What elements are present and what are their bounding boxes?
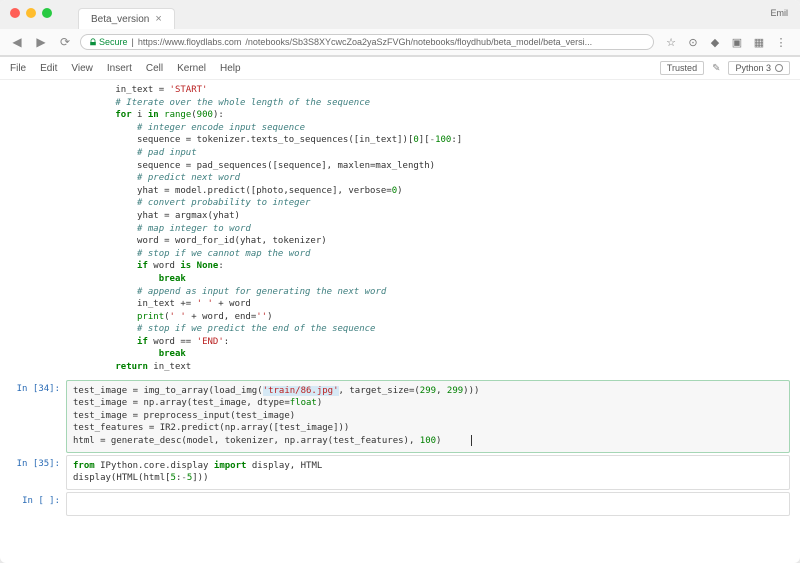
tab-row: Beta_version ×	[70, 8, 800, 29]
url-separator: |	[132, 37, 134, 47]
tab-title: Beta_version	[91, 14, 149, 25]
chrome-header: Beta_version × ◀ ▶ ⟳ Secure | https://ww…	[0, 0, 800, 57]
menu-help[interactable]: Help	[220, 63, 241, 74]
code-cell[interactable]: in_text = 'START' # Iterate over the who…	[10, 84, 790, 378]
browser-window: Emil Beta_version × ◀ ▶ ⟳ Secure | https…	[0, 0, 800, 563]
lock-icon	[89, 38, 97, 46]
minimize-window-button[interactable]	[26, 8, 36, 18]
menu-kernel[interactable]: Kernel	[177, 63, 206, 74]
extension-icon-2[interactable]: ▣	[730, 35, 744, 49]
maximize-window-button[interactable]	[42, 8, 52, 18]
cell-prompt: In [35]:	[10, 455, 66, 490]
star-icon[interactable]: ☆	[664, 35, 678, 49]
extension-icon[interactable]: ◆	[708, 35, 722, 49]
url-host: https://www.floydlabs.com	[138, 37, 242, 47]
code-cell-selected[interactable]: In [34]: test_image = img_to_array(load_…	[10, 380, 790, 453]
browser-tab[interactable]: Beta_version ×	[78, 8, 175, 29]
cell-prompt: In [ ]:	[10, 492, 66, 516]
code-content: in_text = 'START' # Iterate over the who…	[72, 84, 784, 374]
notebook-area[interactable]: in_text = 'START' # Iterate over the who…	[0, 80, 800, 551]
secure-label: Secure	[99, 37, 128, 47]
cell-prompt	[10, 84, 66, 378]
cell-body[interactable]: in_text = 'START' # Iterate over the who…	[66, 84, 790, 378]
code-cell-empty[interactable]: In [ ]:	[10, 492, 790, 516]
code-content: from IPython.core.display import display…	[73, 460, 783, 485]
code-content: test_image = img_to_array(load_img('trai…	[73, 385, 783, 448]
menu-insert[interactable]: Insert	[107, 63, 132, 74]
jupyter-menu-bar: File Edit View Insert Cell Kernel Help T…	[0, 57, 800, 80]
extension-icon-3[interactable]: ▦	[752, 35, 766, 49]
toolbar-right: ☆ ⊙ ◆ ▣ ▦ ⋮	[660, 35, 792, 49]
kernel-status-icon	[775, 64, 783, 72]
pencil-icon[interactable]: ✎	[712, 63, 720, 74]
menu-file[interactable]: File	[10, 63, 26, 74]
cell-body[interactable]: test_image = img_to_array(load_img('trai…	[66, 380, 790, 453]
address-bar[interactable]: Secure | https://www.floydlabs.com/noteb…	[80, 34, 654, 50]
close-window-button[interactable]	[10, 8, 20, 18]
code-content	[73, 497, 783, 510]
kernel-name: Python 3	[735, 63, 771, 73]
trusted-badge[interactable]: Trusted	[660, 61, 704, 75]
url-path: /notebooks/Sb3S8XYcwcZoa2yaSzFVGh/notebo…	[245, 37, 592, 47]
menu-edit[interactable]: Edit	[40, 63, 57, 74]
user-profile-label[interactable]: Emil	[771, 8, 789, 18]
forward-button[interactable]: ▶	[32, 33, 50, 51]
address-row: ◀ ▶ ⟳ Secure | https://www.floydlabs.com…	[0, 29, 800, 56]
menu-cell[interactable]: Cell	[146, 63, 163, 74]
search-icon[interactable]: ⊙	[686, 35, 700, 49]
secure-indicator: Secure	[89, 37, 128, 47]
kernel-badge[interactable]: Python 3	[728, 61, 790, 75]
code-cell[interactable]: In [35]: from IPython.core.display impor…	[10, 455, 790, 490]
close-tab-icon[interactable]: ×	[155, 13, 161, 25]
menu-view[interactable]: View	[71, 63, 93, 74]
cell-prompt: In [34]:	[10, 380, 66, 453]
back-button[interactable]: ◀	[8, 33, 26, 51]
menu-icon[interactable]: ⋮	[774, 35, 788, 49]
text-cursor	[471, 435, 472, 446]
menu-right: Trusted ✎ Python 3	[660, 61, 790, 75]
reload-button[interactable]: ⟳	[56, 33, 74, 51]
cell-body[interactable]: from IPython.core.display import display…	[66, 455, 790, 490]
cell-body[interactable]	[66, 492, 790, 516]
